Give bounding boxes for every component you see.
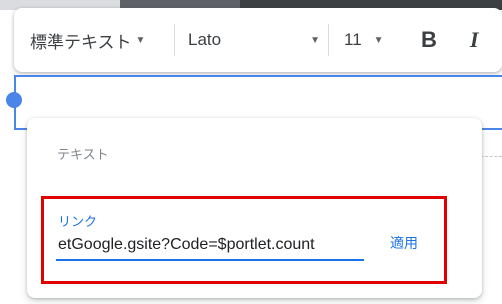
editor-stage: 標準テキスト ▼ Lato ▼ 11 ▼ B I テキスト リンク etGoog… xyxy=(0,0,502,304)
chevron-down-icon: ▼ xyxy=(310,34,320,46)
text-field-label[interactable]: テキスト xyxy=(57,144,109,163)
italic-icon: I xyxy=(470,27,479,52)
format-toolbar: 標準テキスト ▼ Lato ▼ 11 ▼ B I xyxy=(14,8,502,72)
font-size-label: 11 xyxy=(344,30,362,49)
bold-button[interactable]: B xyxy=(421,8,437,72)
apply-button[interactable]: 適用 xyxy=(390,233,418,253)
link-highlight-box: リンク etGoogle.gsite?Code=$portlet.count 適… xyxy=(41,196,447,284)
font-size-dropdown[interactable]: 11 ▼ xyxy=(344,8,384,72)
font-family-dropdown[interactable]: Lato ▼ xyxy=(188,8,326,72)
toolbar-divider xyxy=(328,24,329,56)
paragraph-style-dropdown[interactable]: 標準テキスト ▼ xyxy=(30,8,145,72)
font-family-label: Lato xyxy=(188,30,222,49)
chevron-down-icon: ▼ xyxy=(135,34,146,46)
chevron-down-icon: ▼ xyxy=(373,34,384,46)
link-field-label: リンク xyxy=(58,214,98,229)
paragraph-style-label: 標準テキスト xyxy=(30,32,132,52)
italic-button[interactable]: I xyxy=(470,8,479,72)
link-popup: テキスト リンク etGoogle.gsite?Code=$portlet.co… xyxy=(27,118,482,298)
bold-icon: B xyxy=(421,27,437,52)
toolbar-divider xyxy=(174,24,175,56)
resize-handle[interactable] xyxy=(6,92,22,108)
link-url-input[interactable]: etGoogle.gsite?Code=$portlet.count xyxy=(56,231,364,261)
